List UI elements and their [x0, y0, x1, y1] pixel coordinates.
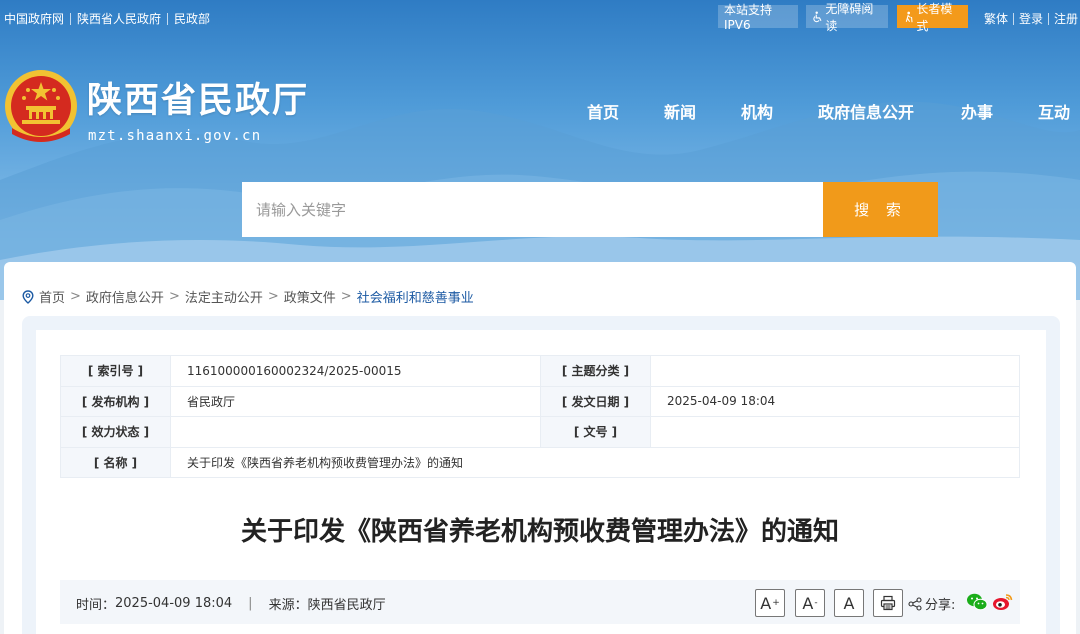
register-link[interactable]: 注册 [1054, 10, 1078, 27]
share-section: 分享: [908, 594, 955, 613]
source-value: 陕西省民政厅 [307, 598, 386, 613]
docno-label: [ 文号 ] [540, 416, 651, 448]
main-nav: 首页 新闻 机构 政府信息公开 办事 互动 [0, 99, 1080, 123]
user-links: 繁体 登录 注册 [984, 10, 1078, 27]
wheelchair-icon [813, 11, 822, 22]
top-link-province[interactable]: 陕西省人民政府 [77, 10, 161, 27]
publisher-value: 省民政厅 [170, 385, 541, 417]
nav-institutions[interactable]: 机构 [741, 99, 773, 123]
name-value: 关于印发《陕西省养老机构预收费管理办法》的通知 [170, 446, 1020, 478]
document-info: 时间： 2025-04-09 18:04 | 来源： 陕西省民政厅 [76, 594, 386, 613]
chevron-right-icon: > [340, 289, 352, 304]
time-value: 2025-04-09 18:04 [115, 596, 233, 611]
index-value: 116100000160002324/2025-00015 [170, 355, 541, 387]
nav-services[interactable]: 办事 [961, 99, 993, 123]
divider [70, 12, 72, 25]
index-label: [ 索引号 ] [60, 355, 171, 387]
divider [1048, 12, 1050, 25]
time-label: 时间： [76, 598, 116, 613]
search-input[interactable]: 请输入关键字 [242, 182, 823, 237]
printer-icon [880, 595, 896, 611]
topic-value [650, 355, 1020, 387]
font-normal-button[interactable]: A [834, 589, 864, 617]
breadcrumb-gov-info[interactable]: 政府信息公开 [86, 287, 164, 306]
document-metadata-table: [ 索引号 ] 116100000160002324/2025-00015 [ … [60, 355, 1020, 478]
table-row: [ 名称 ] 关于印发《陕西省养老机构预收费管理办法》的通知 [60, 446, 1020, 478]
divider [1013, 12, 1015, 25]
date-value: 2025-04-09 18:04 [650, 385, 1020, 417]
print-button[interactable] [873, 589, 903, 617]
divider [167, 12, 169, 25]
search-placeholder: 请输入关键字 [256, 201, 347, 219]
weibo-icon[interactable] [992, 592, 1014, 612]
login-link[interactable]: 登录 [1019, 10, 1043, 27]
info-separator: | [248, 596, 253, 611]
site-domain: mzt.shaanxi.gov.cn [88, 128, 262, 144]
ipv6-badge: 本站支持IPV6 [718, 3, 798, 32]
ipv6-label: 本站支持IPV6 [724, 3, 773, 32]
plus-mark: + [772, 598, 780, 608]
docno-value [650, 416, 1020, 448]
wechat-icon[interactable] [966, 592, 988, 612]
share-icon [908, 596, 922, 611]
nav-news[interactable]: 新闻 [664, 99, 696, 123]
top-link-ministry[interactable]: 民政部 [174, 10, 210, 27]
status-label: [ 效力状态 ] [60, 416, 171, 448]
font-normal-label: A [843, 593, 855, 613]
topic-label: [ 主题分类 ] [540, 355, 651, 387]
chevron-right-icon: > [267, 289, 279, 304]
chevron-right-icon: > [168, 289, 180, 304]
nav-home[interactable]: 首页 [587, 99, 619, 123]
elder-mode-label: 长者模式 [916, 1, 953, 33]
top-links: 中国政府网 陕西省人民政府 民政部 [4, 10, 210, 27]
top-link-gov[interactable]: 中国政府网 [4, 10, 64, 27]
nav-interaction[interactable]: 互动 [1038, 99, 1070, 123]
date-label: [ 发文日期 ] [540, 385, 651, 417]
table-row: [ 索引号 ] 116100000160002324/2025-00015 [ … [60, 355, 1020, 387]
share-label: 分享: [925, 598, 956, 613]
location-pin-icon [22, 289, 34, 304]
breadcrumb-current[interactable]: 社会福利和慈善事业 [357, 287, 474, 306]
font-smaller-button[interactable]: A- [795, 589, 825, 617]
table-row: [ 发布机构 ] 省民政厅 [ 发文日期 ] 2025-04-09 18:04 [60, 385, 1020, 417]
font-smaller-label: A [802, 593, 814, 613]
name-label: [ 名称 ] [60, 446, 171, 478]
chevron-right-icon: > [70, 289, 81, 304]
breadcrumb-policy[interactable]: 政策文件 [284, 287, 336, 306]
status-value [170, 416, 541, 448]
traditional-chinese-link[interactable]: 繁体 [984, 10, 1008, 27]
font-larger-button[interactable]: A + [755, 589, 785, 617]
document-title: 关于印发《陕西省养老机构预收费管理办法》的通知 [240, 517, 839, 547]
elder-icon [905, 11, 913, 22]
minus-mark: - [814, 598, 818, 608]
font-larger-label: A [760, 593, 772, 613]
accessibility-button[interactable]: 无障碍阅读 [806, 2, 888, 33]
breadcrumb: 首页 > 政府信息公开 > 法定主动公开 > 政策文件 > 社会福利和慈善事业 [22, 287, 474, 306]
nav-gov-info[interactable]: 政府信息公开 [818, 99, 914, 123]
publisher-label: [ 发布机构 ] [60, 385, 171, 417]
share-icons [966, 592, 1014, 612]
breadcrumb-home[interactable]: 首页 [39, 287, 65, 306]
elder-mode-button[interactable]: 长者模式 [897, 2, 968, 33]
accessibility-label: 无障碍阅读 [825, 1, 874, 33]
header-banner [0, 0, 1080, 300]
source-label: 来源： [268, 598, 308, 613]
table-row: [ 效力状态 ] [ 文号 ] [60, 416, 1020, 448]
search-button[interactable]: 搜 索 [823, 182, 938, 237]
breadcrumb-statutory[interactable]: 法定主动公开 [185, 287, 263, 306]
